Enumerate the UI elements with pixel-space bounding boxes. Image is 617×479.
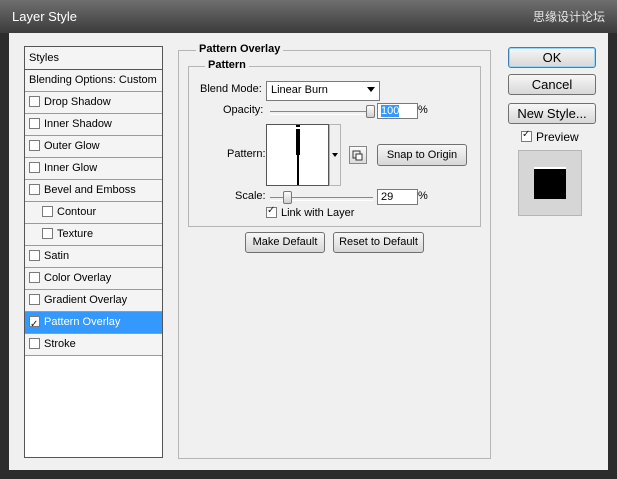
styles-list: Styles Blending Options: Custom Drop Sha… <box>24 46 163 458</box>
opacity-input[interactable]: 100 <box>377 103 418 119</box>
styles-item-drop-shadow[interactable]: Drop Shadow <box>25 92 162 114</box>
styles-item-label: Contour <box>57 206 97 218</box>
checkbox-icon[interactable] <box>29 337 40 349</box>
blend-mode-select[interactable]: Linear Burn <box>266 81 380 101</box>
pattern-swatch[interactable] <box>266 124 329 186</box>
styles-item-label: Pattern Overlay <box>44 316 121 328</box>
cancel-button[interactable]: Cancel <box>508 74 596 95</box>
pattern-picker-dropdown[interactable] <box>329 124 341 186</box>
chevron-down-icon <box>332 153 338 157</box>
styles-item-label: Inner Shadow <box>44 118 112 130</box>
scale-label: Scale: <box>235 190 266 202</box>
chevron-down-icon <box>367 87 375 92</box>
blend-mode-value: Linear Burn <box>271 84 328 96</box>
opacity-label: Opacity: <box>223 104 264 116</box>
styles-item-contour[interactable]: Contour <box>25 202 162 224</box>
layer-style-window: Layer Style 思缘设计论坛 Styles Blending Optio… <box>0 0 617 479</box>
checkbox-icon[interactable] <box>29 161 40 173</box>
reset-to-default-button[interactable]: Reset to Default <box>333 232 424 253</box>
preview-label: Preview <box>536 130 579 144</box>
styles-item-label: Texture <box>57 228 94 240</box>
opacity-slider-track[interactable] <box>270 111 373 115</box>
watermark-text: 思缘设计论坛 <box>532 10 605 24</box>
scale-slider-thumb[interactable] <box>282 191 292 204</box>
checkbox-icon <box>266 205 277 218</box>
snap-to-origin-button[interactable]: Snap to Origin <box>377 144 467 166</box>
blend-mode-label: Blend Mode: <box>200 83 262 95</box>
styles-item-label: Satin <box>44 250 70 262</box>
styles-item-texture[interactable]: Texture <box>25 224 162 246</box>
style-preview <box>518 150 582 216</box>
styles-item-label: Inner Glow <box>44 162 98 174</box>
checkbox-icon[interactable] <box>42 205 53 217</box>
pattern-label: Pattern: <box>227 148 266 160</box>
styles-item-outer-glow[interactable]: Outer Glow <box>25 136 162 158</box>
styles-item-label: Bevel and Emboss <box>44 184 136 196</box>
styles-item-inner-shadow[interactable]: Inner Shadow <box>25 114 162 136</box>
checkbox-icon[interactable] <box>29 271 40 283</box>
checkbox-icon[interactable] <box>29 249 40 261</box>
scale-input[interactable]: 29 <box>377 189 418 205</box>
styles-item-pattern-overlay[interactable]: Pattern Overlay <box>25 312 162 335</box>
checkbox-icon <box>521 129 532 143</box>
new-style-button[interactable]: New Style... <box>508 103 596 124</box>
checkbox-icon[interactable] <box>29 314 40 335</box>
pattern-group-title: Pattern <box>205 59 249 71</box>
styles-item-label: Outer Glow <box>44 140 100 152</box>
opacity-slider-thumb[interactable] <box>366 105 375 118</box>
styles-item-gradient-overlay[interactable]: Gradient Overlay <box>25 290 162 312</box>
styles-item-label: Drop Shadow <box>44 96 111 108</box>
styles-item-inner-glow[interactable]: Inner Glow <box>25 158 162 180</box>
styles-item-stroke[interactable]: Stroke <box>25 334 162 356</box>
scale-percent-sign: % <box>418 190 428 202</box>
preview-swatch <box>534 167 566 199</box>
checkbox-icon[interactable] <box>29 95 40 107</box>
link-with-layer-label: Link with Layer <box>281 207 355 219</box>
styles-header[interactable]: Styles <box>25 47 162 70</box>
preview-checkbox[interactable]: Preview <box>521 129 579 144</box>
checkbox-icon[interactable] <box>29 117 40 129</box>
ok-button[interactable]: OK <box>508 47 596 68</box>
window-title: Layer Style <box>12 9 78 24</box>
link-with-layer-checkbox[interactable]: Link with Layer <box>266 205 355 219</box>
preview-stripe <box>534 179 566 189</box>
title-bar[interactable]: Layer Style 思缘设计论坛 <box>0 0 617 33</box>
styles-item-bevel-and-emboss[interactable]: Bevel and Emboss <box>25 180 162 202</box>
make-default-button[interactable]: Make Default <box>245 232 325 253</box>
blending-options-item[interactable]: Blending Options: Custom <box>25 70 162 92</box>
checkbox-icon[interactable] <box>29 139 40 151</box>
styles-item-label: Stroke <box>44 338 76 350</box>
new-preset-icon <box>352 150 363 161</box>
checkbox-icon[interactable] <box>42 227 53 239</box>
preview-stripe <box>534 169 566 179</box>
styles-item-label: Gradient Overlay <box>44 294 128 306</box>
create-new-preset-button[interactable] <box>349 146 367 164</box>
checkbox-icon[interactable] <box>29 293 40 305</box>
pattern-preview-graphic <box>267 125 328 185</box>
styles-item-label: Color Overlay <box>44 272 112 284</box>
checkbox-icon[interactable] <box>29 183 40 195</box>
opacity-percent-sign: % <box>418 104 428 116</box>
preview-stripe <box>534 189 566 199</box>
styles-item-satin[interactable]: Satin <box>25 246 162 268</box>
pattern-overlay-title: Pattern Overlay <box>196 43 284 55</box>
styles-item-color-overlay[interactable]: Color Overlay <box>25 268 162 290</box>
